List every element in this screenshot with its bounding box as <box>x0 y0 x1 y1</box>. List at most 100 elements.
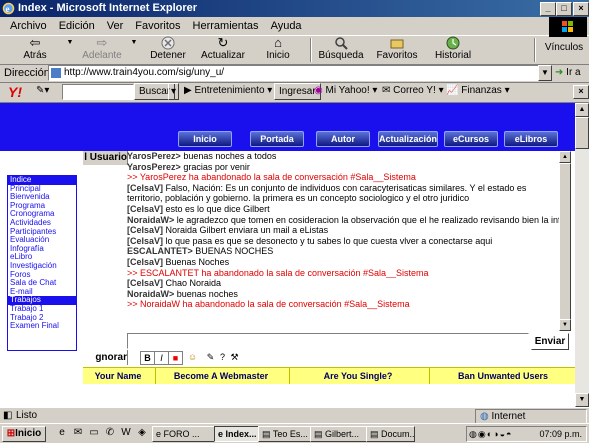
yahoo-search-input[interactable] <box>62 84 134 100</box>
yahoo-logo[interactable]: Y! <box>8 84 22 100</box>
quicklaunch-mail-icon[interactable]: ✆ <box>104 427 116 439</box>
forward-history-dropdown[interactable]: ▼ <box>126 36 138 50</box>
task-teo-es[interactable]: ▤ Teo Es... <box>258 426 311 442</box>
menu-edicion[interactable]: Edición <box>53 17 101 35</box>
yahoo-search-dropdown[interactable]: ▾ <box>168 83 180 100</box>
tools-icon[interactable]: ⚒ <box>228 351 241 363</box>
window-title-bar[interactable]: e Index - Microsoft Internet Explorer _ … <box>0 0 589 17</box>
history-button[interactable]: Historial <box>430 36 476 62</box>
home-button[interactable]: ⌂ Inicio <box>258 36 298 62</box>
chat-message: YarosPerez> gracias por venir <box>127 162 559 173</box>
bold-button[interactable]: B <box>140 351 155 365</box>
chat-nick: ESCALANTET> <box>127 246 193 257</box>
entertainment-icon: ▶ <box>184 85 192 96</box>
minimize-button[interactable]: _ <box>540 2 556 16</box>
page-scroll-up-icon[interactable]: ▲ <box>575 103 589 117</box>
links-button[interactable]: Vínculos <box>542 42 586 54</box>
menu-bar: Archivo Edición Ver Favoritos Herramientas Ay… <box>0 17 589 36</box>
doc-task-icon: ▤ <box>370 429 382 439</box>
address-input[interactable]: http://www.train4you.com/sig/uny_u/ <box>48 65 550 81</box>
nav-portada[interactable]: Portada <box>250 131 304 147</box>
favorites-button[interactable]: Favoritos <box>374 36 420 62</box>
menu-ayuda[interactable]: Ayuda <box>265 17 308 35</box>
task-documento[interactable]: ▤ Docum... <box>366 426 415 442</box>
quicklaunch-word-icon[interactable]: W <box>120 427 132 439</box>
maximize-button[interactable]: □ <box>556 2 572 16</box>
chat-message: [CelsaV] Buenas Noches <box>127 257 559 268</box>
color-button[interactable]: ■ <box>168 351 183 365</box>
quicklaunch-desktop-icon[interactable]: ▭ <box>88 427 100 439</box>
menu-herramientas[interactable]: Herramientas <box>187 17 265 35</box>
page-scroll-thumb[interactable] <box>575 117 589 149</box>
chat-message-input[interactable] <box>127 333 529 349</box>
start-button[interactable]: ⊞Inicio <box>2 426 46 442</box>
refresh-button[interactable]: ↻ Actualizar <box>200 36 246 62</box>
menu-ver[interactable]: Ver <box>101 17 130 35</box>
task-index[interactable]: e Index... <box>214 426 259 442</box>
my-yahoo-menu[interactable]: ◉ Mi Yahoo! ▾ <box>314 85 377 96</box>
ad-strip: Your Name Become A Webmaster Are You Sin… <box>83 367 575 384</box>
chat-message: [CelsaV] esto es lo que dice Gilbert <box>127 204 559 215</box>
chat-text: Buenas Noches <box>165 256 230 267</box>
scroll-up-arrow-icon[interactable]: ▲ <box>559 151 571 163</box>
status-text: Listo <box>16 410 38 421</box>
pencil-icon[interactable]: ✎▾ <box>36 85 49 96</box>
nav-ecursos[interactable]: eCursos <box>444 131 498 147</box>
entertainment-menu[interactable]: ▶ Entretenimiento ▾ <box>184 85 272 96</box>
ad-are-you-single[interactable]: Are You Single? <box>293 368 423 384</box>
yahoo-toolbar-close[interactable]: × <box>573 85 589 99</box>
refresh-icon: ↻ <box>217 35 229 50</box>
chat-text: Chao Noraida <box>165 278 222 289</box>
scroll-thumb[interactable] <box>559 163 571 323</box>
page-scrollbar[interactable]: ▲ ▼ <box>575 103 589 407</box>
nav-elibros[interactable]: eLibros <box>504 131 558 147</box>
users-label: l Usuario <box>83 151 128 165</box>
ad-become-webmaster[interactable]: Become A Webmaster <box>159 368 283 384</box>
nav-actualizacion[interactable]: Actualización <box>378 131 438 147</box>
mail-envelope-icon: ✉ <box>382 85 391 96</box>
ad-ban-unwanted-users[interactable]: Ban Unwanted Users <box>433 368 573 384</box>
toolbar-separator <box>310 38 312 62</box>
chat-text: buenas noches a todos <box>183 151 277 161</box>
task-foro[interactable]: e FORO ... <box>152 426 215 442</box>
nav-autor[interactable]: Autor <box>316 131 370 147</box>
chat-log: YarosPerez> buenas noches a todos YarosPe… <box>127 151 559 331</box>
menu-archivo[interactable]: Archivo <box>4 17 53 35</box>
finance-menu[interactable]: 📈 Finanzas ▾ <box>446 85 510 96</box>
ignore-button[interactable]: gnorar <box>83 350 128 365</box>
globe-icon: ◍ <box>480 411 489 422</box>
back-button[interactable]: ⇦ Atrás <box>14 36 56 62</box>
back-history-dropdown[interactable]: ▼ <box>62 36 74 50</box>
ad-your-name[interactable]: Your Name <box>83 368 153 384</box>
chat-scrollbar[interactable]: ▲ ▼ <box>559 151 571 331</box>
forward-button[interactable]: ⇨ Adelante <box>80 36 124 62</box>
back-arrow-icon: ⇦ <box>29 35 41 50</box>
left-nav-item[interactable]: Examen Final <box>8 321 76 331</box>
search-button[interactable]: Búsqueda <box>318 36 364 62</box>
scroll-down-arrow-icon[interactable]: ▼ <box>559 319 571 331</box>
menu-favoritos[interactable]: Favoritos <box>129 17 186 35</box>
smiley-icon[interactable]: ☺ <box>186 351 199 363</box>
ie-task-icon: e <box>156 429 164 439</box>
address-dropdown-button[interactable]: ▼ <box>538 65 552 81</box>
quicklaunch-ie-icon[interactable]: e <box>56 427 68 439</box>
toolbar-separator <box>534 38 536 62</box>
nav-inicio[interactable]: Inicio <box>178 131 232 147</box>
italic-button[interactable]: I <box>154 351 169 365</box>
history-icon <box>445 36 461 50</box>
chat-nick: [CelsaV] <box>127 225 164 236</box>
stop-button[interactable]: Detener <box>148 36 188 62</box>
tray-icons[interactable]: ◍◉◐◑◒◓ <box>469 429 512 439</box>
page-scroll-down-icon[interactable]: ▼ <box>575 393 589 407</box>
chat-text: le agradezco que tomen en cosideracion l… <box>176 214 559 225</box>
quicklaunch-outlook-icon[interactable]: ✉ <box>72 427 84 439</box>
clock[interactable]: 07:09 p.m. <box>539 427 582 441</box>
close-button[interactable]: × <box>573 2 589 16</box>
go-button[interactable]: ➜ Ir a <box>555 67 581 78</box>
send-button[interactable]: Enviar <box>531 333 569 350</box>
yahoo-mail-menu[interactable]: ✉ Correo Y! ▾ <box>382 85 444 96</box>
chat-message: NoraidaW> buenas noches <box>127 289 559 300</box>
quicklaunch-app-icon[interactable]: ◈ <box>136 427 148 439</box>
task-gilbert[interactable]: ▤ Gilbert... <box>310 426 367 442</box>
chat-nick: NoraidaW> <box>127 214 175 225</box>
